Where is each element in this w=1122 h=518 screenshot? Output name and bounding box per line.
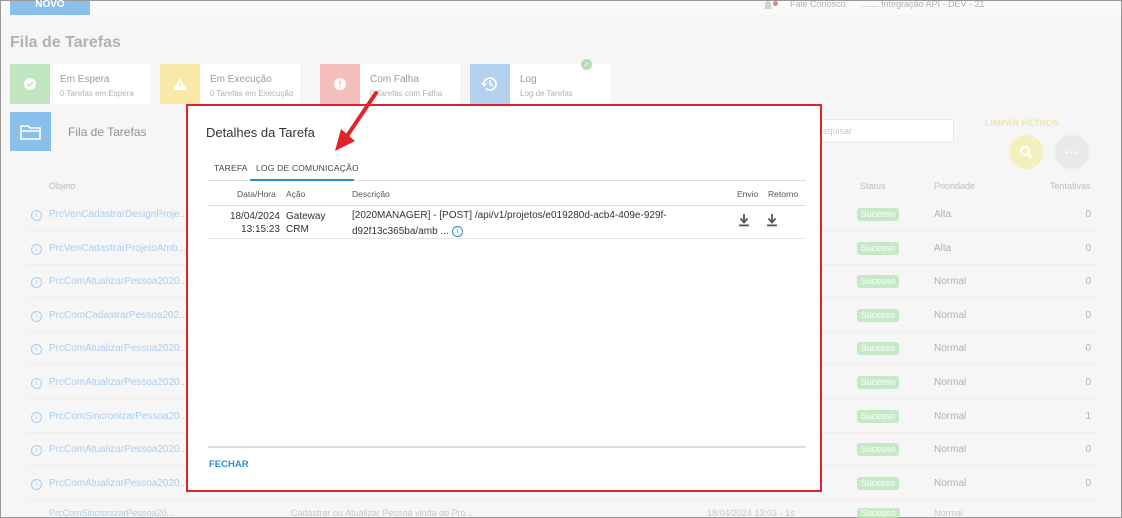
- row-description: [2020MANAGER] - [POST] /api/v1/projetos/…: [352, 210, 667, 221]
- row-time: 13:15:23: [241, 224, 280, 235]
- tab-communication-log[interactable]: LOG DE COMUNICAÇÃO: [256, 163, 359, 173]
- column-header-description: Descrição: [352, 189, 390, 199]
- tab-tarefa[interactable]: TAREFA: [214, 163, 248, 173]
- dialog-title: Detalhes da Tarefa: [206, 125, 315, 140]
- row-action-target: CRM: [286, 224, 309, 235]
- row-divider: [208, 238, 806, 239]
- close-button[interactable]: FECHAR: [209, 459, 249, 470]
- row-description-cont: d92f13c365ba/amb ...: [352, 226, 449, 237]
- active-tab-indicator: [250, 179, 354, 181]
- header-divider: [208, 205, 806, 206]
- annotation-arrow-icon: [335, 91, 378, 151]
- column-header-datetime: Data/Hora: [237, 189, 276, 199]
- row-date: 18/04/2024: [229, 211, 280, 222]
- row-action: Gateway: [286, 211, 326, 222]
- footer-divider: [208, 446, 806, 448]
- task-details-dialog: Detalhes da Tarefa TAREFA LOG DE COMUNIC…: [186, 104, 822, 492]
- info-icon[interactable]: i: [451, 226, 463, 237]
- column-header-action: Ação: [286, 189, 306, 199]
- column-header-sent: Envio: [737, 189, 759, 199]
- download-sent-icon[interactable]: [738, 213, 750, 227]
- column-header-response: Retorno: [768, 189, 799, 199]
- dialog-tabs: TAREFA LOG DE COMUNICAÇÃO: [208, 158, 806, 181]
- download-response-icon[interactable]: [766, 213, 778, 227]
